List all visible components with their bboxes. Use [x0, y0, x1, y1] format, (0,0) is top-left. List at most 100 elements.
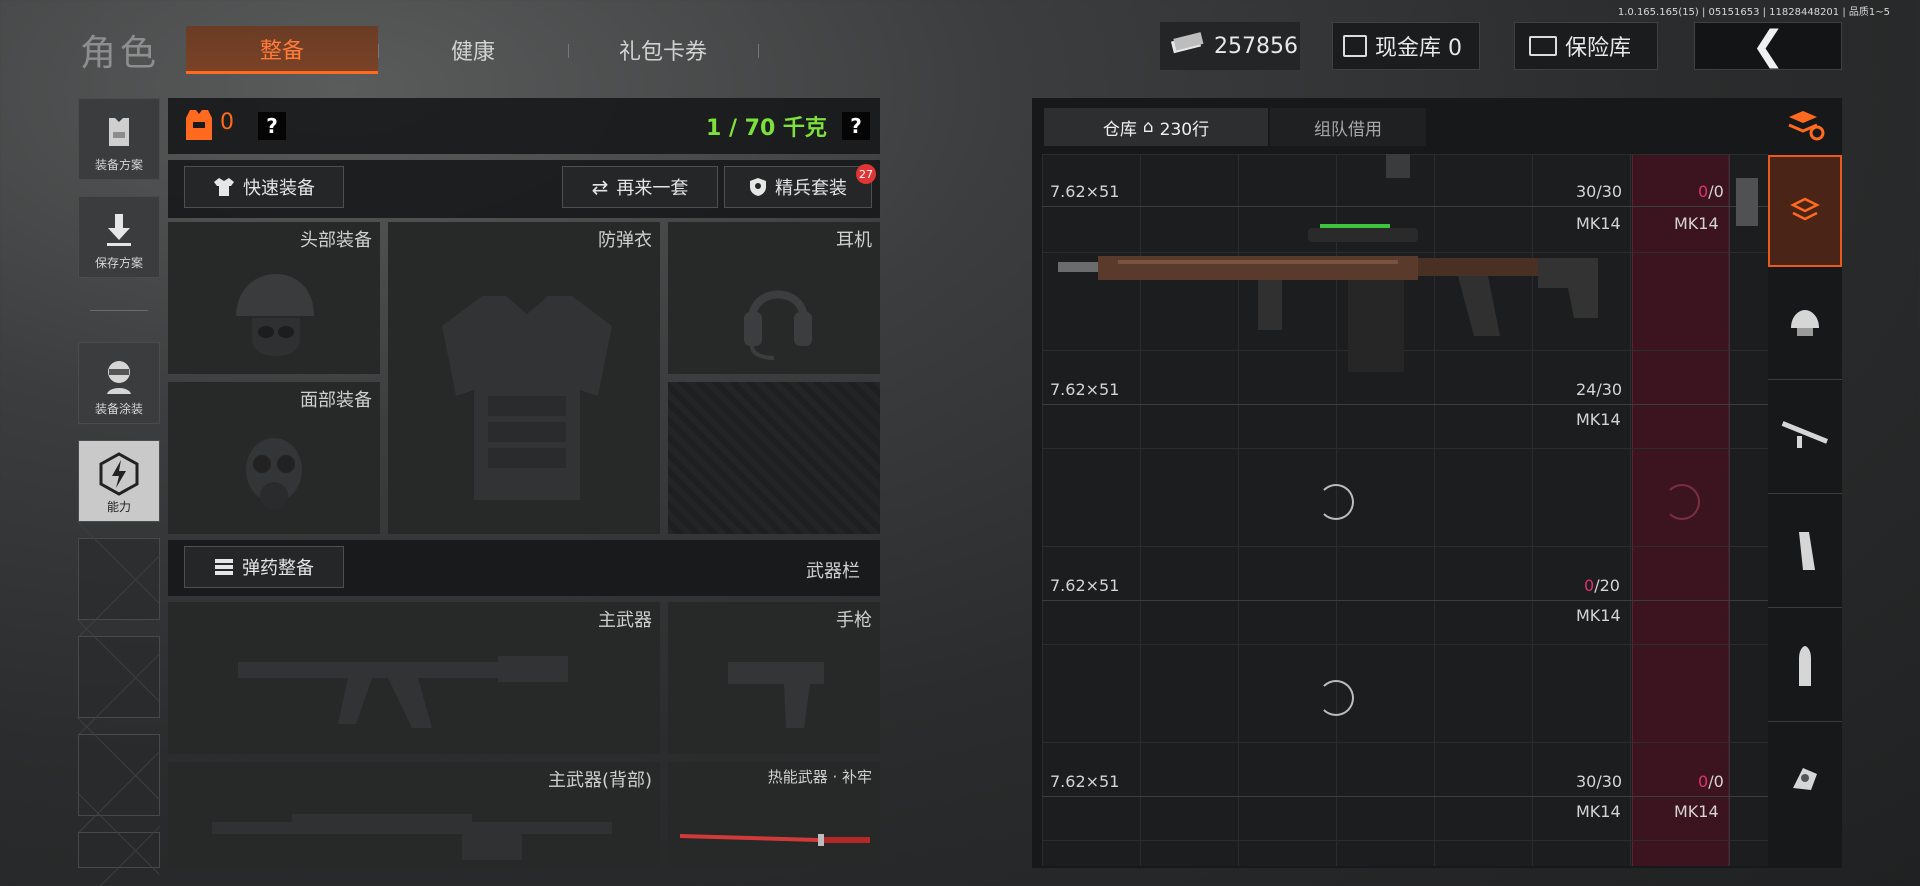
row-divider — [1042, 404, 1768, 405]
item-name-compare: MK14 — [1674, 214, 1719, 233]
elite-set-button[interactable]: 精兵套装 — [724, 166, 872, 208]
ammo-red-denom: /0 — [1708, 182, 1724, 201]
mk14-rifle-icon[interactable] — [1058, 222, 1618, 372]
tab-team-borrow[interactable]: 组队借用 — [1270, 108, 1426, 146]
row-divider — [1042, 600, 1768, 601]
item-name: MK14 — [1576, 606, 1621, 625]
item-ammo: 24/30 — [1576, 380, 1623, 399]
refresh-icon: ⇄ — [591, 175, 609, 199]
sort-button[interactable] — [1768, 98, 1842, 154]
version-text: 1.0.165.165(15) | 05151653 | 11828448201… — [1617, 7, 1890, 18]
item-ammo-red: 0/0 — [1698, 772, 1724, 791]
reroll-label: 再来一套 — [616, 178, 689, 199]
insurance-label: 保险库 — [1565, 36, 1632, 61]
item-ammo: 30/30 — [1576, 772, 1623, 791]
vest-icon — [109, 118, 129, 146]
quick-equip-button[interactable]: 快速装备 — [184, 166, 344, 208]
weight-help-icon[interactable]: ? — [842, 112, 870, 140]
tab-storage-count: 230行 — [1159, 119, 1210, 140]
item-caliber: 7.62×51 — [1050, 182, 1120, 201]
tab-health[interactable]: 健康 — [378, 26, 568, 74]
bullet-icon — [1799, 645, 1811, 686]
back-button[interactable]: ❮ — [1694, 22, 1842, 70]
row-divider — [1042, 206, 1768, 207]
magazine-icon — [1386, 154, 1410, 178]
shield-icon — [750, 178, 766, 196]
quick-equip-label: 快速装备 — [243, 178, 315, 199]
category-ammo[interactable] — [1768, 610, 1842, 722]
sidebar-item-skin[interactable]: 装备涂装 — [78, 342, 160, 424]
weapon-bar-label: 武器栏 — [806, 561, 860, 582]
ammo-rest: /20 — [1594, 576, 1620, 595]
armor-count: 0 — [220, 110, 234, 135]
slot-pistol-label: 手枪 — [836, 610, 872, 631]
category-all[interactable] — [1768, 155, 1842, 267]
tab-storage-label: 仓库 — [1102, 119, 1137, 140]
reroll-button[interactable]: ⇄ 再来一套 — [562, 166, 718, 208]
sidebar-item-label: 装备方案 — [94, 158, 143, 172]
cash-icon — [1170, 32, 1204, 60]
sniper-icon — [212, 814, 612, 860]
slot-primary-weapon[interactable]: 主武器 — [168, 602, 660, 754]
item-name: MK14 — [1576, 410, 1621, 429]
slot-face-label: 面部装备 — [300, 390, 372, 411]
sight-icon — [1793, 768, 1817, 790]
slot-face[interactable]: 面部装备 — [168, 382, 380, 534]
cashbox-button[interactable]: 现金库 0 — [1332, 22, 1480, 70]
slot-ear-label: 耳机 — [836, 230, 872, 251]
slot-secondary-weapon[interactable]: 主武器(背部) — [168, 762, 660, 868]
ammo-red-value: 0 — [1698, 182, 1709, 201]
empty-slot — [78, 832, 160, 868]
item-caliber: 7.62×51 — [1050, 772, 1120, 791]
slot-melee-label: 热能武器 · 补牢 — [767, 768, 872, 786]
category-sight[interactable] — [1768, 724, 1842, 836]
slot-secondary-label: 主武器(背部) — [547, 770, 652, 791]
slot-primary-label: 主武器 — [598, 610, 652, 631]
helmet-icon — [236, 274, 314, 356]
layers-icon — [1790, 197, 1820, 221]
item-caliber: 7.62×51 — [1050, 576, 1120, 595]
sidebar-item-label: 装备涂装 — [94, 402, 143, 416]
vault-icon — [1529, 36, 1557, 56]
category-magazine[interactable] — [1768, 496, 1842, 608]
ammo-red-denom: /0 — [1708, 772, 1724, 791]
slot-pistol[interactable]: 手枪 — [668, 602, 880, 754]
slot-melee[interactable]: 热能武器 · 补牢 — [668, 762, 880, 868]
money-display: 257856 — [1160, 22, 1300, 70]
ammo-red-value: 0 — [1584, 576, 1595, 595]
tab-gifts[interactable]: 礼包卡券 — [568, 26, 758, 74]
row-divider — [1042, 796, 1768, 797]
loading-spinner — [1318, 680, 1354, 716]
empty-slot — [78, 636, 160, 718]
slot-disabled — [668, 382, 880, 534]
help-icon[interactable]: ? — [258, 112, 286, 140]
download-icon — [107, 214, 131, 246]
slot-head[interactable]: 头部装备 — [168, 222, 380, 374]
tab-equip[interactable]: 整备 — [186, 26, 378, 74]
empty-slot — [78, 734, 160, 816]
soldier-icon — [107, 361, 131, 394]
ammo-prep-button[interactable]: 弹药整备 — [184, 546, 344, 588]
elite-set-label: 精兵套装 — [775, 178, 847, 199]
weight-display: 1 / 70 千克 — [706, 116, 827, 141]
katana-icon — [680, 834, 870, 846]
tab-storage[interactable]: 仓库 ⌂ 230行 — [1044, 108, 1268, 146]
category-helmet[interactable] — [1768, 268, 1842, 380]
slot-vest[interactable]: 防弹衣 — [388, 222, 660, 534]
category-rifle[interactable] — [1768, 382, 1842, 494]
item-ammo: 30/30 — [1576, 182, 1623, 201]
magazine-icon — [1799, 531, 1815, 570]
sidebar-item-loadout-plan[interactable]: 装备方案 — [78, 98, 160, 180]
sidebar-item-ability[interactable]: 能力 — [78, 440, 160, 522]
insurance-button[interactable]: 保险库 — [1514, 22, 1658, 70]
slot-ear[interactable]: 耳机 — [668, 222, 880, 374]
cashbox-label: 现金库 0 — [1375, 36, 1462, 61]
lightning-icon — [99, 452, 139, 496]
loading-spinner — [1318, 484, 1354, 520]
sidebar-item-label: 能力 — [106, 500, 131, 514]
home-icon: ⌂ — [1142, 117, 1154, 137]
sidebar-item-save-plan[interactable]: 保存方案 — [78, 196, 160, 278]
rifle-icon — [238, 656, 568, 728]
ammo-red-value: 0 — [1698, 772, 1709, 791]
scrollbar[interactable] — [1736, 178, 1758, 226]
